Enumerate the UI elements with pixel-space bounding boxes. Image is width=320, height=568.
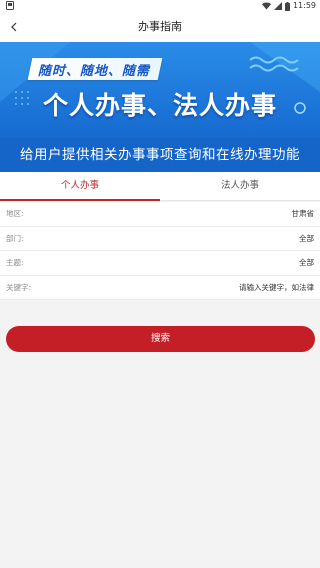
top-nav-bar: 办事指南 [0,12,320,42]
keyword-row[interactable]: 关键字: 请输入关键字，如法律 [0,276,320,300]
signal-icon [273,2,282,10]
region-value[interactable]: 甘肃省 [292,202,315,226]
hero-banner: 随时、随地、随需 个人办事、法人办事 给用户提供相关办事事项查询和在线办理功能 [0,42,320,172]
tab-bar: 个人办事 法人办事 [0,172,320,201]
battery-icon [284,1,290,11]
keyword-label: 关键字: [6,282,32,292]
banner-headline: 个人办事、法人办事 [42,91,277,120]
search-button[interactable]: 搜索 [6,326,315,352]
status-time: 11:59 [292,1,316,10]
status-bar: 11:59 [0,0,320,12]
department-label: 部门: [6,233,24,243]
chevron-left-icon [11,22,17,32]
banner-ribbon-text: 随时、随地、随需 [38,63,151,79]
notification-icon [6,1,14,10]
wifi-icon [261,2,271,10]
tab-legal-person-affairs[interactable]: 法人办事 [160,172,320,201]
keyword-input[interactable]: 请输入关键字，如法律 [239,276,314,300]
theme-label: 主题: [6,258,24,267]
search-form: 地区: 甘肃省 部门: 全部 主题: 全部 关键字: 请输入关键字，如法律 [0,202,320,300]
page-title: 办事指南 [138,20,182,33]
banner-subline: 给用户提供相关办事事项查询和在线办理功能 [20,147,300,163]
theme-value[interactable]: 全部 [299,251,314,275]
tab-personal-affairs[interactable]: 个人办事 [0,172,160,201]
region-row[interactable]: 地区: 甘肃省 [0,202,320,227]
back-button[interactable] [2,15,26,39]
department-row[interactable]: 部门: 全部 [0,227,320,251]
department-value[interactable]: 全部 [299,227,314,251]
theme-row[interactable]: 主题: 全部 [0,251,320,276]
region-label: 地区: [6,209,24,218]
banner-ribbon: 随时、随地、随需 [27,58,163,80]
